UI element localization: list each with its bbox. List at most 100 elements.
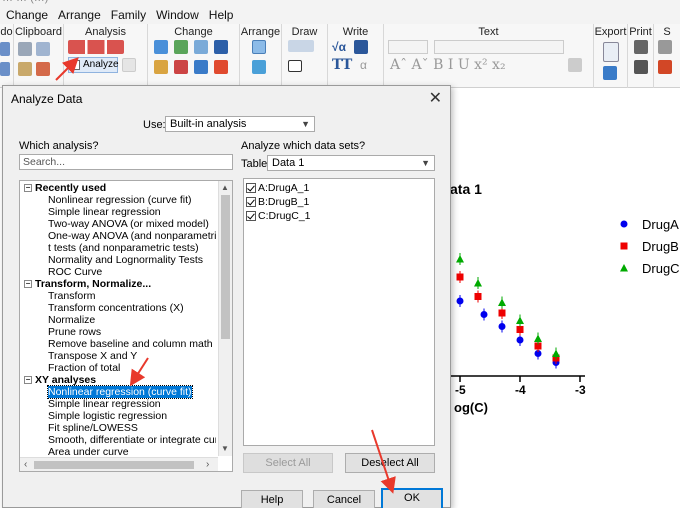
tree-item[interactable]: Smooth, differentiate or integrate curve	[20, 434, 216, 446]
tree-item[interactable]: Transform	[20, 290, 95, 302]
x-axis-ticks: -5 -4 -3	[455, 376, 586, 397]
analyze-data-dialog: Analyze Data ✕ Use: Built-in analysis ▼ W…	[2, 85, 451, 508]
tree-item[interactable]: Simple linear regression	[20, 206, 161, 218]
graph-title: ata 1	[450, 181, 482, 197]
tree-item-label: One-way ANOVA (and nonparametric or mi	[48, 230, 216, 242]
tree-item-label: Normalize	[48, 314, 96, 326]
tree-vertical-scrollbar[interactable]: ▲ ▼	[218, 181, 232, 456]
ok-button[interactable]: OK	[381, 488, 443, 508]
x-tick-label: -4	[515, 383, 526, 397]
data-point	[498, 323, 506, 330]
tree-item[interactable]: Simple logistic regression	[20, 410, 167, 422]
tree-item[interactable]: Transpose X and Y	[20, 350, 137, 362]
tree-item-label: Nonlinear regression (curve fit)	[47, 385, 193, 399]
tree-item[interactable]: Two-way ANOVA (or mixed model)	[20, 218, 209, 230]
close-icon[interactable]: ✕	[429, 88, 442, 108]
data-point	[498, 309, 506, 317]
search-input[interactable]: Search...	[19, 154, 233, 170]
checkbox-checked-icon[interactable]	[246, 211, 256, 222]
scroll-up-icon[interactable]: ▲	[221, 183, 229, 192]
which-analysis-label: Which analysis?	[19, 140, 99, 152]
checkbox-checked-icon[interactable]	[246, 183, 256, 194]
scroll-right-icon[interactable]: ›	[206, 459, 209, 470]
cancel-button[interactable]: Cancel	[313, 490, 375, 508]
tree-item[interactable]: Remove baseline and column math	[20, 338, 213, 350]
tree-item[interactable]: t tests (and nonparametric tests)	[20, 242, 199, 254]
dataset-item[interactable]: C:DrugC_1	[246, 209, 311, 223]
tree-item[interactable]: Transform concentrations (X)	[20, 302, 184, 314]
tree-item[interactable]: Normalize	[20, 314, 95, 326]
use-select[interactable]: Built-in analysis ▼	[165, 116, 315, 132]
legend-label: DrugA	[642, 217, 679, 232]
legend-marker	[620, 264, 628, 272]
tree-item-label: Transform concentrations (X)	[48, 302, 184, 314]
select-all-button[interactable]: Select All	[243, 453, 333, 473]
tree-item[interactable]: Nonlinear regression (curve fit)	[20, 385, 193, 399]
legend-marker	[620, 220, 628, 228]
tree-item[interactable]: One-way ANOVA (and nonparametric or mi	[20, 230, 216, 242]
dataset-label: C:DrugC_1	[258, 210, 311, 222]
chevron-down-icon: ▼	[421, 158, 430, 168]
tree-category[interactable]: − Transform, Normalize...	[20, 278, 151, 290]
tree-item[interactable]: Fraction of total	[20, 362, 120, 374]
datasets-list: A:DrugA_1 B:DrugB_1 C:DrugC_1	[243, 178, 435, 446]
scroll-left-icon[interactable]: ‹	[24, 459, 27, 470]
tree-item[interactable]: ROC Curve	[20, 266, 102, 278]
dataset-label: A:DrugA_1	[258, 182, 310, 194]
data-point	[516, 316, 524, 324]
legend-marker	[620, 242, 628, 250]
collapse-icon[interactable]: −	[24, 280, 32, 289]
analysis-tree-items: − Recently used Nonlinear regression (curv…	[20, 181, 216, 456]
tree-item[interactable]: Area under curve	[20, 446, 129, 456]
dialog-title: Analyze Data	[11, 92, 83, 106]
tree-item[interactable]: Nonlinear regression (curve fit)	[20, 194, 192, 206]
tree-category[interactable]: − Recently used	[20, 182, 106, 194]
x-tick-label: -5	[455, 383, 466, 397]
data-points	[456, 253, 560, 369]
tree-category[interactable]: − XY analyses	[20, 374, 96, 386]
x-axis-label: og(C)	[454, 400, 488, 415]
data-point	[474, 293, 482, 300]
data-point	[516, 326, 524, 333]
x-tick-label: -3	[575, 383, 586, 397]
tree-item-label: Normality and Lognormality Tests	[48, 254, 204, 266]
collapse-icon[interactable]: −	[24, 184, 32, 193]
datasets-label: Analyze which data sets?	[241, 140, 366, 152]
tree-item-label: Transform	[48, 290, 96, 302]
tree-item-label: Two-way ANOVA (or mixed model)	[48, 218, 209, 230]
data-point	[480, 311, 488, 318]
data-point	[474, 279, 482, 287]
tree-item[interactable]: Simple linear regression	[20, 398, 161, 410]
tree-item-label: Simple linear regression	[48, 398, 161, 410]
dataset-item[interactable]: A:DrugA_1	[246, 181, 311, 195]
data-point	[456, 273, 464, 281]
tree-item-label: t tests (and nonparametric tests)	[48, 242, 199, 254]
graph-legend: DrugA DrugB DrugC	[620, 217, 680, 276]
table-select[interactable]: Data 1 ▼	[267, 155, 435, 171]
scroll-down-icon[interactable]: ▼	[221, 444, 229, 453]
collapse-icon[interactable]: −	[24, 376, 32, 385]
deselect-all-button[interactable]: Deselect All	[345, 453, 435, 473]
tree-item-label: Fit spline/LOWESS	[48, 422, 138, 434]
tree-item-label: Transpose X and Y	[48, 350, 138, 362]
tree-item-label: XY analyses	[35, 374, 97, 386]
tree-item[interactable]: Fit spline/LOWESS	[20, 422, 138, 434]
checkbox-checked-icon[interactable]	[246, 197, 256, 208]
tree-horizontal-scrollbar[interactable]: ‹ ›	[20, 457, 218, 471]
datasets-items: A:DrugA_1 B:DrugB_1 C:DrugC_1	[246, 181, 311, 223]
legend-label: DrugB	[642, 239, 679, 254]
chevron-down-icon: ▼	[301, 119, 310, 129]
dataset-label: B:DrugB_1	[258, 196, 310, 208]
table-label: Table:	[241, 158, 271, 170]
tree-item-label: Simple logistic regression	[48, 410, 168, 422]
tree-item[interactable]: Prune rows	[20, 326, 101, 338]
tree-item[interactable]: Normality and Lognormality Tests	[20, 254, 203, 266]
tree-item-label: Smooth, differentiate or integrate curve	[48, 434, 216, 446]
hscrollbar-thumb[interactable]	[34, 461, 194, 469]
scrollbar-thumb[interactable]	[221, 195, 230, 339]
help-button[interactable]: Help	[241, 490, 303, 508]
tree-item-label: Fraction of total	[48, 362, 121, 374]
tree-item-label: Remove baseline and column math	[48, 338, 213, 350]
tree-item-label: Area under curve	[48, 446, 129, 456]
dataset-item[interactable]: B:DrugB_1	[246, 195, 311, 209]
